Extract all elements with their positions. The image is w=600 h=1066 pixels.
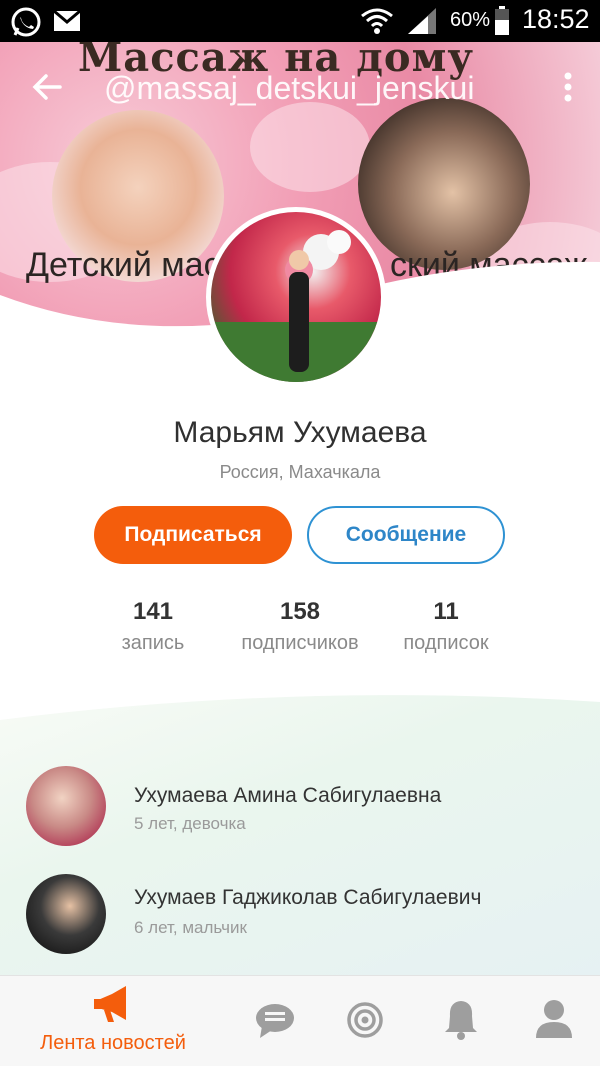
stat-posts[interactable]: 141 запись — [73, 598, 233, 655]
profile-avatar[interactable] — [206, 207, 386, 387]
family-member-details: 6 лет, мальчик — [134, 918, 247, 937]
stat-followers-label: подписчиков — [241, 632, 359, 654]
family-member-details: 5 лет, девочка — [134, 814, 246, 833]
bell-icon — [442, 998, 480, 1045]
gmail-icon — [52, 6, 82, 41]
stat-following-value: 11 — [433, 598, 459, 625]
bottom-tab-bar: Лента новостей — [0, 975, 600, 1066]
megaphone-icon — [92, 984, 136, 1029]
family-member-row[interactable]: Ухумаева Амина Сабигулаевна 5 лет, девоч… — [0, 762, 600, 852]
petal-decoration — [250, 102, 370, 192]
more-vertical-icon[interactable] — [558, 70, 578, 104]
stat-following[interactable]: 11 подписок — [366, 598, 526, 655]
battery-percent: 60% — [450, 9, 491, 31]
whatsapp-icon — [10, 6, 42, 43]
target-icon — [346, 1001, 384, 1044]
clock: 18:52 — [522, 4, 590, 34]
stat-followers[interactable]: 158 подписчиков — [220, 598, 380, 655]
message-button[interactable]: Сообщение — [307, 506, 505, 564]
tab-news-feed-label: Лента новостей — [40, 1032, 186, 1054]
back-arrow-icon[interactable] — [30, 70, 64, 104]
tab-messages[interactable] — [250, 976, 300, 1066]
battery-icon — [494, 6, 510, 41]
family-member-avatar — [26, 874, 106, 954]
profile-name: Марьям Ухумаева — [173, 416, 427, 449]
panel-wave — [0, 690, 600, 720]
signal-icon — [406, 6, 438, 41]
tab-notifications[interactable] — [436, 976, 486, 1066]
tab-discussions[interactable] — [340, 976, 390, 1066]
tab-profile[interactable] — [530, 976, 580, 1066]
family-member-name: Ухумаев Гаджиколав Сабигулаевич — [134, 886, 482, 909]
family-member-avatar — [26, 766, 106, 846]
stat-following-label: подписок — [403, 632, 489, 654]
stat-followers-value: 158 — [279, 598, 321, 625]
family-member-name: Ухумаева Амина Сабигулаевна — [134, 784, 442, 807]
stat-posts-label: запись — [121, 632, 185, 654]
chat-icon — [254, 1002, 296, 1045]
profile-location: Россия, Махачкала — [219, 462, 381, 482]
cover-handle: @massaj_detskui_jenskui — [104, 70, 475, 106]
profile-icon — [534, 998, 574, 1045]
stat-posts-value: 141 — [132, 598, 174, 625]
family-panel: Ухумаева Амина Сабигулаевна 5 лет, девоч… — [0, 690, 600, 980]
family-member-row[interactable]: Ухумаев Гаджиколав Сабигулаевич 6 лет, м… — [0, 870, 600, 960]
subscribe-button[interactable]: Подписаться — [94, 506, 292, 564]
tab-news-feed[interactable]: Лента новостей — [8, 976, 218, 1066]
wifi-icon — [360, 6, 394, 41]
status-bar: 60% 18:52 — [0, 0, 600, 42]
